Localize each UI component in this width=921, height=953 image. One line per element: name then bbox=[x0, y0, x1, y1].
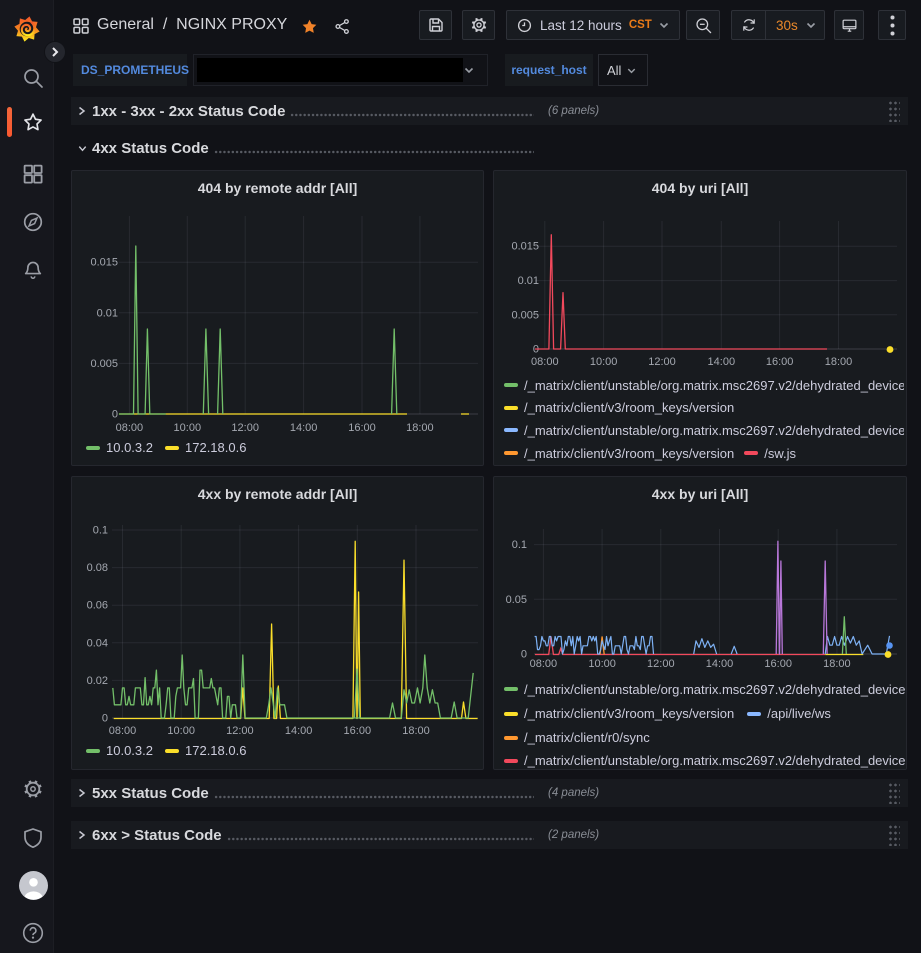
svg-text:0.08: 0.08 bbox=[87, 562, 108, 574]
svg-text:10:00: 10:00 bbox=[174, 422, 202, 434]
svg-text:18:00: 18:00 bbox=[825, 356, 853, 368]
svg-text:10:00: 10:00 bbox=[588, 658, 616, 670]
svg-text:0.1: 0.1 bbox=[512, 539, 527, 551]
svg-text:0: 0 bbox=[112, 409, 118, 421]
svg-text:12:00: 12:00 bbox=[231, 422, 259, 434]
svg-text:0.06: 0.06 bbox=[87, 600, 108, 612]
svg-text:10:00: 10:00 bbox=[167, 725, 195, 737]
svg-text:16:00: 16:00 bbox=[766, 356, 794, 368]
svg-text:18:00: 18:00 bbox=[402, 725, 430, 737]
svg-text:0.005: 0.005 bbox=[90, 358, 118, 370]
svg-text:0.04: 0.04 bbox=[87, 637, 108, 649]
svg-text:0.015: 0.015 bbox=[511, 241, 539, 253]
svg-text:12:00: 12:00 bbox=[647, 658, 675, 670]
svg-text:14:00: 14:00 bbox=[708, 356, 736, 368]
svg-text:16:00: 16:00 bbox=[764, 658, 792, 670]
svg-text:0.05: 0.05 bbox=[506, 594, 527, 606]
svg-text:18:00: 18:00 bbox=[406, 422, 434, 434]
svg-text:0.02: 0.02 bbox=[87, 675, 108, 687]
svg-text:0.01: 0.01 bbox=[518, 275, 539, 287]
svg-text:0.01: 0.01 bbox=[97, 307, 118, 319]
svg-text:08:00: 08:00 bbox=[531, 356, 559, 368]
svg-text:18:00: 18:00 bbox=[823, 658, 851, 670]
svg-text:16:00: 16:00 bbox=[344, 725, 372, 737]
svg-text:14:00: 14:00 bbox=[290, 422, 318, 434]
svg-text:0: 0 bbox=[521, 649, 527, 661]
svg-text:08:00: 08:00 bbox=[116, 422, 144, 434]
svg-text:14:00: 14:00 bbox=[706, 658, 734, 670]
svg-text:12:00: 12:00 bbox=[648, 356, 676, 368]
svg-text:08:00: 08:00 bbox=[109, 725, 137, 737]
svg-text:08:00: 08:00 bbox=[530, 658, 558, 670]
svg-text:12:00: 12:00 bbox=[226, 725, 254, 737]
svg-text:0.005: 0.005 bbox=[511, 309, 539, 321]
svg-text:16:00: 16:00 bbox=[348, 422, 376, 434]
svg-text:10:00: 10:00 bbox=[590, 356, 618, 368]
svg-text:14:00: 14:00 bbox=[285, 725, 313, 737]
svg-text:0.015: 0.015 bbox=[90, 257, 118, 269]
svg-text:0.1: 0.1 bbox=[93, 525, 108, 537]
svg-text:0: 0 bbox=[102, 713, 108, 725]
